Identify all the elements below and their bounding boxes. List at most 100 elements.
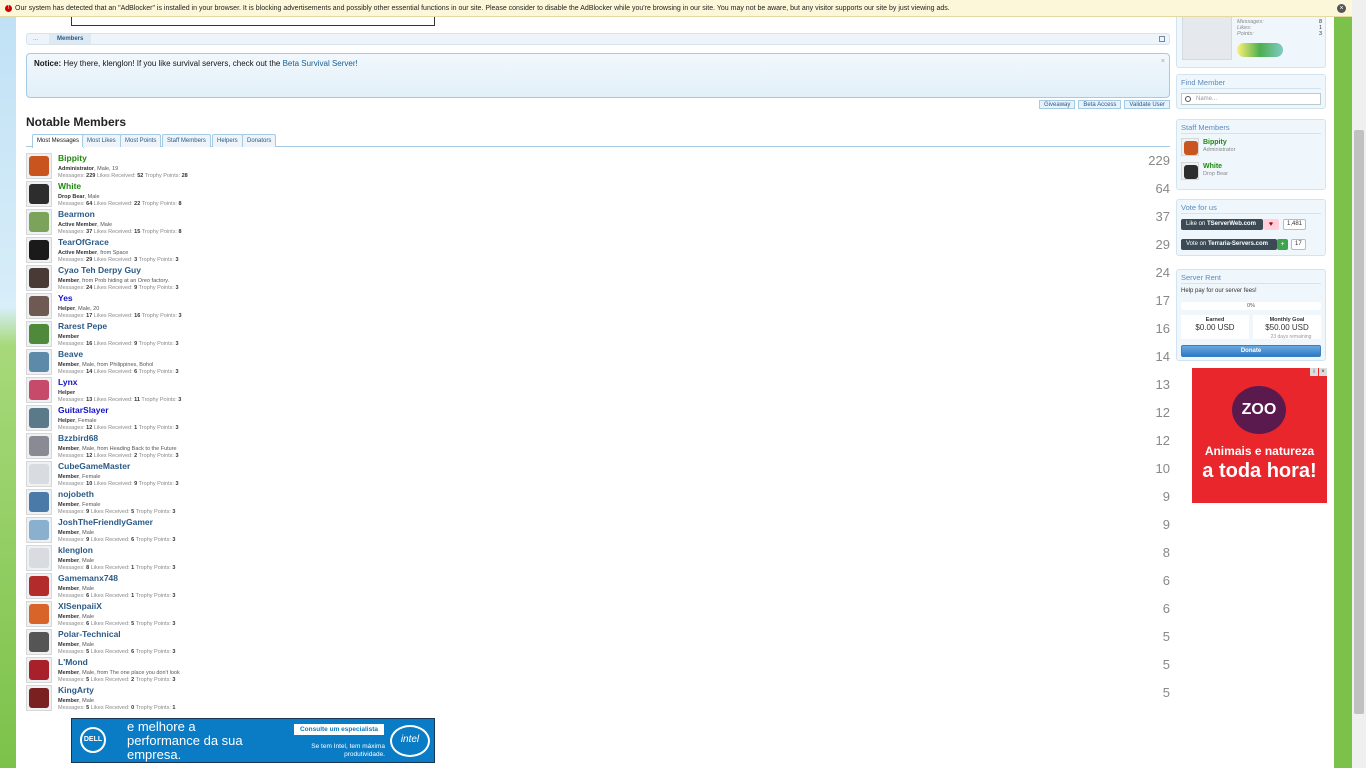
member-name[interactable]: Rarest Pepe bbox=[58, 321, 107, 331]
avatar[interactable] bbox=[26, 573, 52, 599]
member-score: 8 bbox=[1162, 545, 1170, 560]
ad-close-icon[interactable]: × bbox=[1319, 368, 1327, 376]
ad-cta-button[interactable]: Consulte um especialista bbox=[294, 724, 384, 735]
avatar[interactable] bbox=[26, 293, 52, 319]
member-name[interactable]: Bzzbird68 bbox=[58, 433, 98, 443]
member-info: Member, Female bbox=[58, 474, 101, 480]
avatar[interactable] bbox=[26, 349, 52, 375]
advertisement-bottom[interactable]: DELL e melhore a performance da sua empr… bbox=[71, 718, 435, 763]
jump-to-icon[interactable] bbox=[1159, 36, 1165, 42]
avatar[interactable] bbox=[26, 545, 52, 571]
tab-most-likes[interactable]: Most Likes bbox=[82, 134, 121, 147]
avatar[interactable] bbox=[26, 433, 52, 459]
giveaway-link[interactable]: Giveaway bbox=[1039, 100, 1076, 109]
avatar[interactable] bbox=[26, 517, 52, 543]
tab-donators[interactable]: Donators bbox=[242, 134, 277, 147]
terraria-servers-count: 17 bbox=[1291, 239, 1306, 250]
tab-most-points[interactable]: Most Points bbox=[120, 134, 162, 147]
avatar[interactable] bbox=[26, 153, 52, 179]
avatar[interactable] bbox=[1181, 162, 1199, 180]
avatar[interactable] bbox=[26, 629, 52, 655]
scrollbar-thumb[interactable] bbox=[1354, 130, 1364, 714]
avatar[interactable] bbox=[26, 209, 52, 235]
avatar[interactable] bbox=[26, 657, 52, 683]
tab-staff-members[interactable]: Staff Members bbox=[162, 134, 211, 147]
member-info: Drop Bear, Male bbox=[58, 194, 100, 200]
avatar-image bbox=[29, 520, 49, 540]
avatar[interactable] bbox=[26, 461, 52, 487]
member-name[interactable]: Cyao Teh Derpy Guy bbox=[58, 265, 141, 275]
list-item: GuitarSlayer Helper, Female Messages: 12 L… bbox=[26, 403, 1170, 431]
heart-icon[interactable]: ♥ bbox=[1263, 219, 1279, 230]
thumbs-up-icon[interactable]: + bbox=[1277, 239, 1288, 250]
member-score: 6 bbox=[1162, 573, 1170, 588]
member-name[interactable]: White bbox=[58, 181, 81, 191]
list-item: Gamemanx748 Member, Male Messages: 6 Likes… bbox=[26, 571, 1170, 599]
avatar[interactable] bbox=[26, 405, 52, 431]
staff-item[interactable]: White Drop Bear bbox=[1181, 162, 1321, 182]
member-info: Member, Male bbox=[58, 698, 95, 704]
background-left bbox=[0, 0, 16, 768]
member-score: 5 bbox=[1162, 685, 1170, 700]
member-name[interactable]: Polar-Technical bbox=[58, 629, 121, 639]
member-name[interactable]: TearOfGrace bbox=[58, 237, 109, 247]
profile-avatar[interactable] bbox=[1182, 14, 1232, 60]
staff-item[interactable]: Bippity Administrator bbox=[1181, 138, 1321, 158]
member-name[interactable]: Bearmon bbox=[58, 209, 95, 219]
terraria-servers-vote-button[interactable]: Vote on Terraria-Servers.com bbox=[1181, 239, 1277, 250]
member-name[interactable]: nojobeth bbox=[58, 489, 94, 499]
member-name[interactable]: KingArty bbox=[58, 685, 94, 695]
scrollbar[interactable] bbox=[1352, 0, 1366, 768]
member-name[interactable]: Bippity bbox=[58, 153, 87, 163]
donate-button[interactable]: Donate bbox=[1181, 345, 1321, 357]
member-name[interactable]: L'Mond bbox=[58, 657, 88, 667]
member-score: 5 bbox=[1162, 657, 1170, 672]
avatar[interactable] bbox=[26, 265, 52, 291]
member-info: Member, from Prob hiding at an Oreo fact… bbox=[58, 278, 170, 284]
avatar-image bbox=[29, 352, 49, 372]
ad-info-icon[interactable]: i bbox=[1310, 368, 1318, 376]
avatar[interactable] bbox=[26, 181, 52, 207]
advertisement-right[interactable]: ZOO Animais e natureza a toda hora! i × bbox=[1192, 368, 1327, 503]
beta-access-link[interactable]: Beta Access bbox=[1078, 100, 1122, 109]
member-score: 64 bbox=[1155, 181, 1170, 196]
close-icon[interactable]: × bbox=[1337, 4, 1346, 13]
tserverweb-like-button[interactable]: Like on TServerWeb.com bbox=[1181, 219, 1263, 230]
staff-name[interactable]: Bippity bbox=[1203, 139, 1227, 146]
avatar[interactable] bbox=[26, 685, 52, 711]
member-name[interactable]: JoshTheFriendlyGamer bbox=[58, 517, 153, 527]
breadcrumb-members[interactable]: Members bbox=[49, 34, 92, 44]
member-name[interactable]: GuitarSlayer bbox=[58, 405, 109, 415]
close-icon[interactable]: × bbox=[1161, 58, 1165, 65]
member-name[interactable]: CubeGameMaster bbox=[58, 461, 130, 471]
tab-most-messages[interactable]: Most Messages bbox=[32, 134, 85, 148]
list-item: Rarest Pepe Member Messages: 16 Likes Rece… bbox=[26, 319, 1170, 347]
search-input[interactable]: Name... bbox=[1181, 93, 1321, 105]
member-name[interactable]: Yes bbox=[58, 293, 73, 303]
avatar[interactable] bbox=[26, 377, 52, 403]
tab-helpers[interactable]: Helpers bbox=[212, 134, 243, 147]
member-name[interactable]: Gamemanx748 bbox=[58, 573, 118, 583]
intel-logo: intel bbox=[390, 725, 430, 757]
validate-user-link[interactable]: Validate User bbox=[1124, 100, 1170, 109]
staff-name[interactable]: White bbox=[1203, 163, 1222, 170]
member-info: Member, Female bbox=[58, 502, 101, 508]
avatar[interactable] bbox=[1181, 138, 1199, 156]
member-stats: Messages: 5 Likes Received: 0 Trophy Poi… bbox=[58, 705, 176, 711]
avatar[interactable] bbox=[26, 237, 52, 263]
member-name[interactable]: klenglon bbox=[58, 545, 93, 555]
avatar-image bbox=[29, 576, 49, 596]
member-name[interactable]: XISenpaiiX bbox=[58, 601, 102, 611]
avatar-image bbox=[29, 268, 49, 288]
member-name[interactable]: Lynx bbox=[58, 377, 78, 387]
avatar-image bbox=[29, 184, 49, 204]
avatar[interactable] bbox=[26, 489, 52, 515]
list-item: Polar-Technical Member, Male Messages: 5 L… bbox=[26, 627, 1170, 655]
avatar[interactable] bbox=[26, 321, 52, 347]
avatar-image bbox=[29, 688, 49, 708]
member-name[interactable]: Beave bbox=[58, 349, 83, 359]
notice-link[interactable]: Beta Survival Server! bbox=[283, 59, 358, 68]
avatar[interactable] bbox=[26, 601, 52, 627]
breadcrumb-home[interactable]: ... bbox=[33, 34, 38, 44]
member-info: Member, Male bbox=[58, 586, 95, 592]
